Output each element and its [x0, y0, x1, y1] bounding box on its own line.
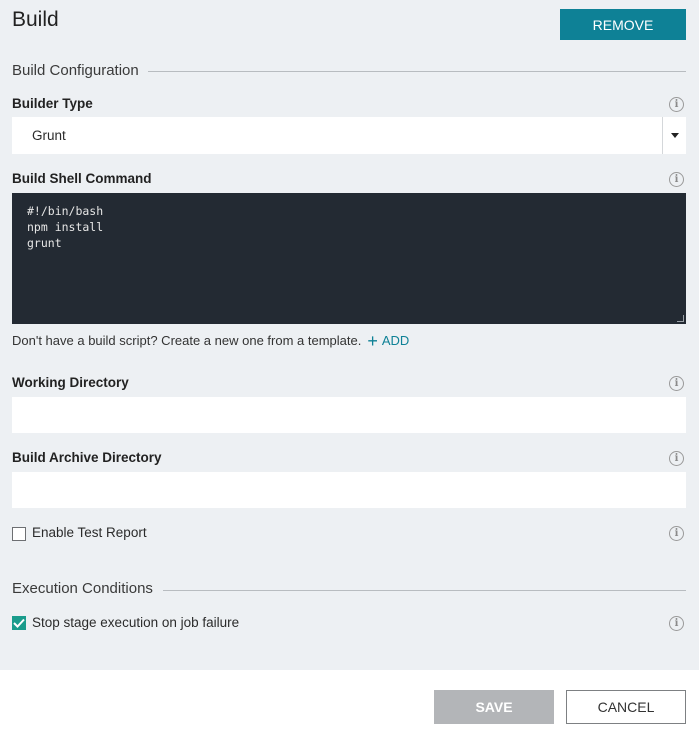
info-icon[interactable]: i [669, 526, 684, 541]
stop-on-failure-checkbox[interactable] [12, 616, 26, 630]
add-label: ADD [381, 333, 410, 348]
code-line: #!/bin/bash [27, 204, 104, 218]
build-configuration-heading: Build Configuration [12, 62, 139, 79]
info-icon[interactable]: i [669, 616, 684, 631]
remove-button[interactable]: REMOVE [560, 9, 686, 40]
info-icon[interactable]: i [669, 451, 684, 466]
build-archive-directory-input[interactable] [12, 472, 686, 508]
info-icon[interactable]: i [669, 376, 684, 391]
shell-command-editor[interactable]: #!/bin/bash npm install grunt [12, 193, 686, 324]
build-shell-command-label: Build Shell Command [12, 171, 152, 186]
build-archive-directory-label: Build Archive Directory [12, 450, 162, 465]
caret-down-icon [670, 133, 679, 138]
enable-test-report-label: Enable Test Report [32, 525, 147, 540]
check-icon [13, 618, 25, 628]
execution-conditions-heading: Execution Conditions [12, 580, 153, 597]
builder-type-select[interactable]: Grunt [12, 117, 686, 154]
stop-on-failure-label: Stop stage execution on job failure [32, 615, 240, 630]
code-line: npm install [27, 220, 104, 234]
add-template-link[interactable]: + ADD [367, 330, 410, 351]
dropdown-toggle[interactable] [662, 117, 686, 154]
working-directory-input[interactable] [12, 397, 686, 433]
enable-test-report-checkbox[interactable] [12, 527, 26, 541]
helper-text: Don't have a build script? Create a new … [12, 333, 362, 348]
plus-icon: + [367, 330, 378, 351]
section-divider [163, 590, 686, 591]
page-title: Build [12, 8, 59, 31]
cancel-button[interactable]: CANCEL [566, 690, 686, 724]
info-icon[interactable]: i [669, 97, 684, 112]
working-directory-label: Working Directory [12, 375, 129, 390]
section-divider [148, 71, 686, 72]
info-icon[interactable]: i [669, 172, 684, 187]
save-button[interactable]: SAVE [434, 690, 554, 724]
builder-type-label: Builder Type [12, 96, 93, 111]
resize-handle[interactable] [677, 315, 684, 322]
builder-type-value: Grunt [32, 128, 66, 143]
build-panel: Build REMOVE Build Configuration Builder… [0, 0, 699, 670]
template-helper: Don't have a build script? Create a new … [12, 330, 410, 351]
code-line: grunt [27, 236, 62, 250]
